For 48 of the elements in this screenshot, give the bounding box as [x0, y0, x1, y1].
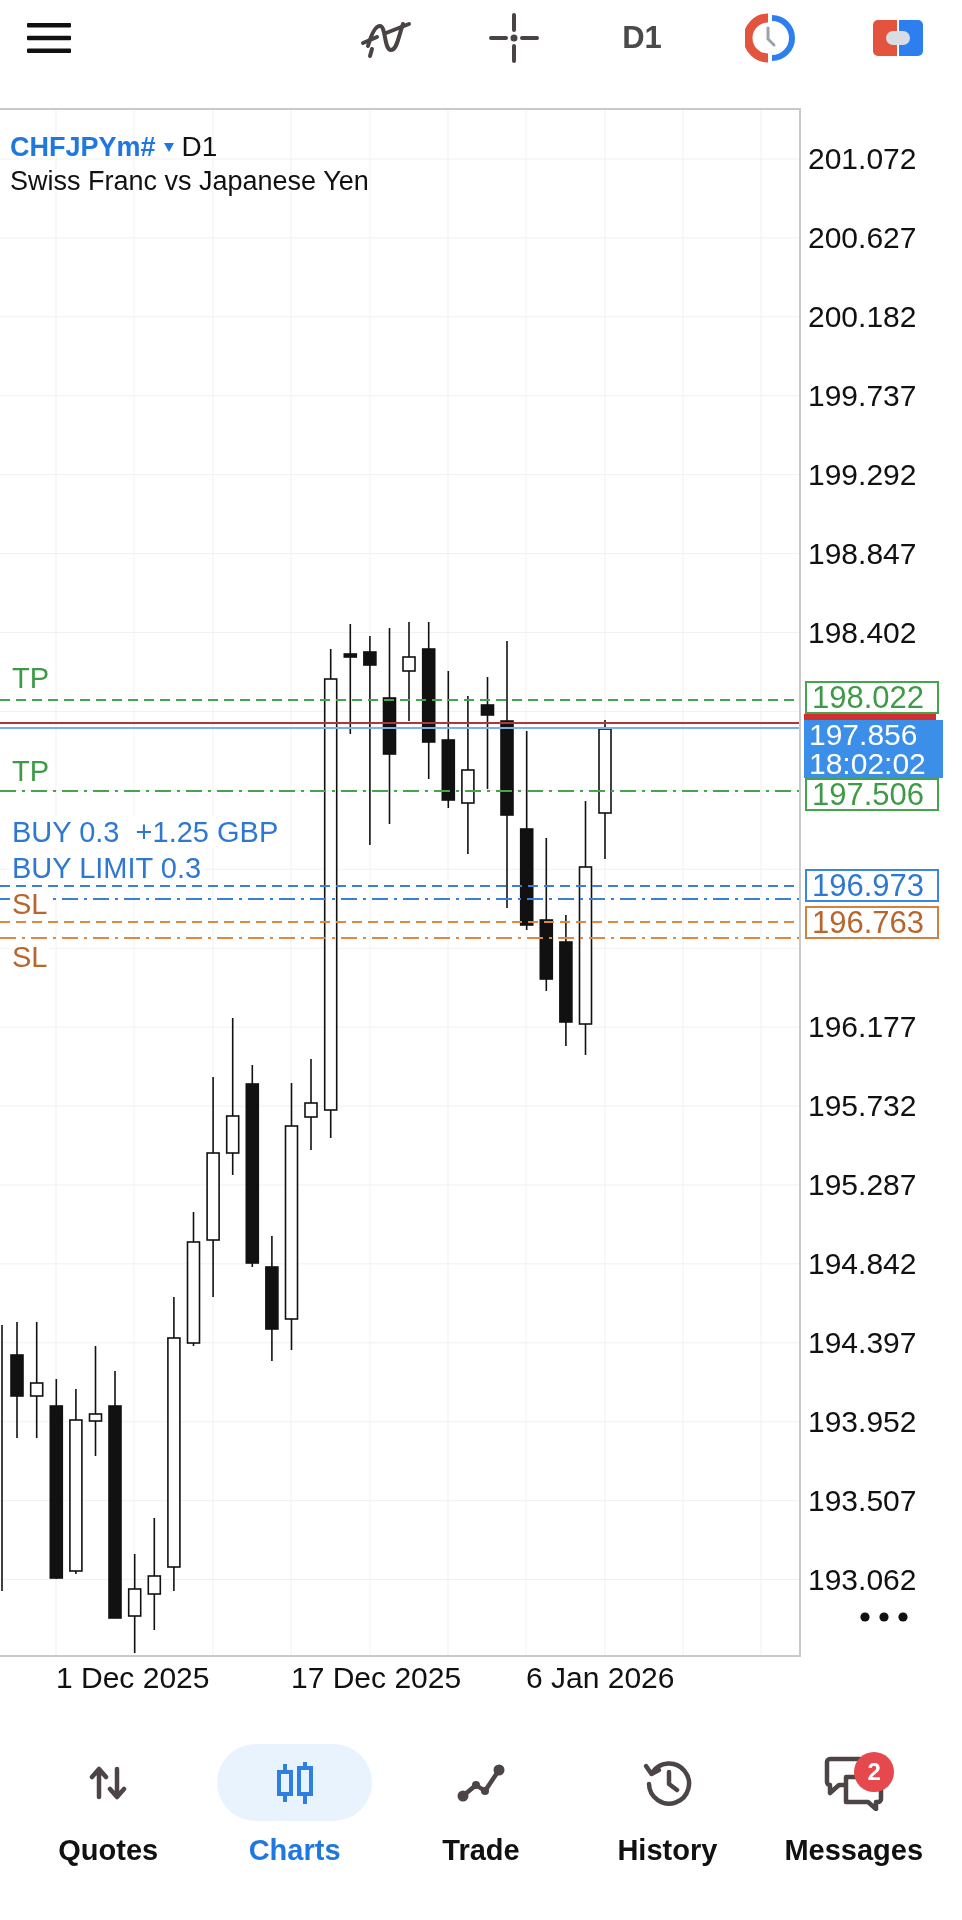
nav-tab[interactable]: Quotes — [30, 1744, 186, 1867]
more-icon[interactable] — [860, 1612, 908, 1622]
nav-tab[interactable]: 2 Messages — [776, 1744, 932, 1867]
price-axis-label: 198.847 — [808, 536, 917, 571]
price-axis-label: 195.287 — [808, 1167, 917, 1202]
line-chart-icon[interactable] — [456, 1762, 506, 1803]
nav-tab[interactable]: Charts — [217, 1744, 373, 1867]
menu-icon[interactable] — [27, 23, 71, 53]
crosshair-icon[interactable] — [489, 13, 539, 63]
price-axis-label: 200.182 — [808, 299, 917, 334]
up-down-arrows-icon[interactable] — [88, 1765, 129, 1800]
date-axis-label: 17 Dec 2025 — [291, 1661, 462, 1695]
symbol-name[interactable]: CHFJPYm# — [10, 130, 156, 164]
order-label: BUY LIMIT 0.3 — [10, 852, 204, 884]
price-axis-label: 199.737 — [808, 378, 917, 413]
nav-tab[interactable]: History — [589, 1744, 745, 1867]
toggle-icon[interactable] — [873, 20, 923, 56]
take-profit-line[interactable] — [0, 790, 799, 792]
timeframe-button[interactable]: D1 — [622, 20, 662, 56]
price-axis-label: 200.627 — [808, 220, 917, 255]
stop-loss-line[interactable] — [0, 937, 799, 939]
candlestick-icon[interactable] — [274, 1759, 315, 1806]
price-axis-label: 198.402 — [808, 615, 917, 650]
symbol-description: Swiss Franc vs Japanese Yen — [10, 165, 369, 198]
price-axis-label: 195.732 — [808, 1089, 917, 1124]
clock-icon[interactable] — [745, 13, 795, 63]
price-axis-label: 201.072 — [808, 142, 917, 176]
price-axis-label: 196.177 — [808, 1010, 917, 1045]
price-axis-label: 199.292 — [808, 457, 917, 492]
nav-tab[interactable]: Trade — [403, 1744, 559, 1867]
dropdown-caret-icon[interactable] — [163, 142, 174, 152]
bid-price: 197.856 — [809, 720, 919, 749]
unread-count-badge: 2 — [854, 1752, 895, 1792]
order-price-tag: 197.506 — [805, 778, 939, 811]
price-axis-label: 194.397 — [808, 1325, 917, 1360]
order-price-tag: 196.763 — [805, 906, 939, 939]
order-price-tag: 196.973 — [805, 869, 939, 902]
pending-order-line[interactable] — [0, 898, 799, 900]
price-axis-label: 193.507 — [808, 1483, 917, 1518]
price-axis-label: 193.952 — [808, 1404, 917, 1439]
bar-countdown: 18:02:02 — [809, 749, 927, 778]
history-icon[interactable] — [642, 1758, 693, 1807]
price-axis-label: 194.842 — [808, 1246, 917, 1281]
chart-timeframe: D1 — [181, 130, 218, 164]
order-price-tag: 198.022 — [805, 681, 939, 714]
price-axis-label: 193.062 — [808, 1562, 917, 1597]
date-axis-label: 6 Jan 2026 — [526, 1661, 675, 1695]
date-axis-label: 1 Dec 2025 — [56, 1661, 210, 1695]
